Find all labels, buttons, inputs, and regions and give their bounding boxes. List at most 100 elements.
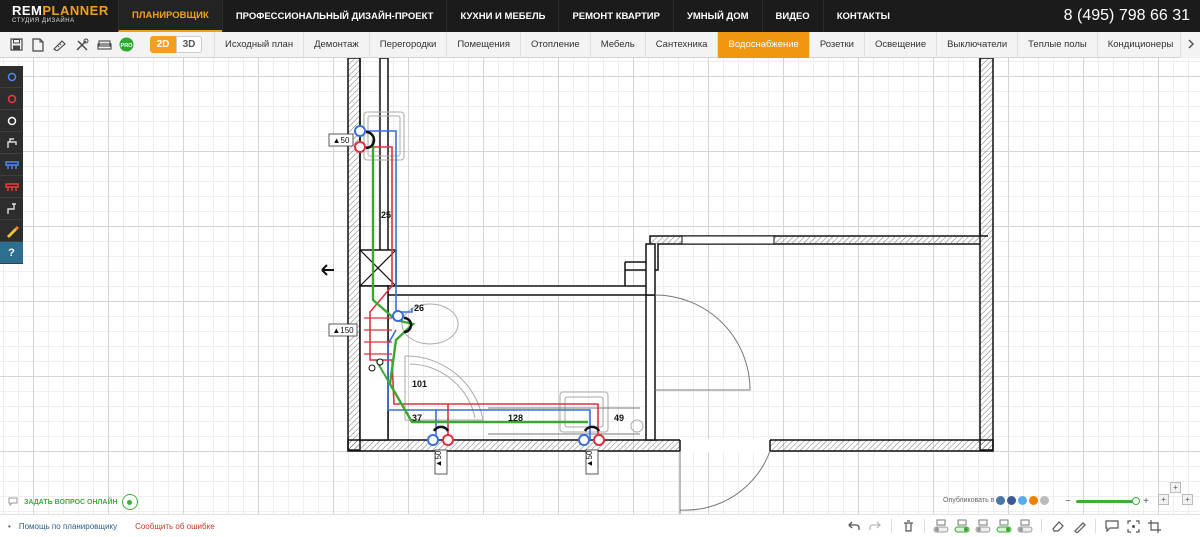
logo-subtitle: СТУДИЯ ДИЗАЙНА: [12, 18, 75, 24]
chat-icon: [8, 496, 20, 508]
pro-badge-label: PRO: [120, 43, 133, 49]
pipe-length-101: 101: [412, 379, 427, 389]
mode-2d-button[interactable]: 2D: [150, 36, 176, 53]
tab-demolition[interactable]: Демонтаж: [303, 31, 369, 58]
pencil-icon[interactable]: [0, 220, 23, 242]
zoom-in-button[interactable]: +: [1142, 496, 1150, 507]
nav-item-renovation[interactable]: РЕМОНТ КВАРТИР: [558, 0, 673, 32]
tools-icon[interactable]: [74, 37, 90, 53]
document-icon[interactable]: [30, 37, 46, 53]
comment-icon[interactable]: [1104, 518, 1120, 534]
pipe-length-labels: 25 26 101 37 128 49: [381, 210, 624, 423]
nav-item-smart-home[interactable]: УМНЫЙ ДОМ: [672, 0, 762, 32]
zoom-control: − +: [1064, 496, 1150, 507]
fullscreen-icon[interactable]: [1125, 518, 1141, 534]
footer-bar: • Помощь по планировщику Сообщить об оши…: [0, 514, 1200, 537]
footer-separator: [1095, 519, 1096, 533]
pipe-bend-icon[interactable]: [0, 198, 23, 220]
top-navigation-bar: REMPLANNER СТУДИЯ ДИЗАЙНА ПЛАНИРОВЩИК ПР…: [0, 0, 1200, 32]
zoom-slider-handle[interactable]: [1132, 497, 1140, 505]
layer-toggle-2-icon[interactable]: [954, 518, 970, 534]
chevron-right-icon: [1187, 36, 1195, 54]
pan-right-button[interactable]: +: [1182, 494, 1193, 505]
tab-switches[interactable]: Выключатели: [936, 31, 1017, 58]
plumbing-fixtures: [363, 111, 644, 435]
nav-item-planner[interactable]: ПЛАНИРОВЩИК: [118, 0, 222, 32]
main-menu: ПЛАНИРОВЩИК ПРОФЕССИОНАЛЬНЫЙ ДИЗАЙН-ПРОЕ…: [118, 0, 903, 32]
faucet-icon[interactable]: [0, 132, 23, 154]
share-icon[interactable]: [1040, 496, 1050, 505]
nav-item-kitchens[interactable]: КУХНИ И МЕБЕЛЬ: [446, 0, 558, 32]
vk-icon[interactable]: [996, 496, 1006, 505]
nav-item-video[interactable]: ВИДЕО: [761, 0, 823, 32]
nav-item-design-project[interactable]: ПРОФЕССИОНАЛЬНЫЙ ДИЗАЙН-ПРОЕКТ: [221, 0, 447, 32]
view-mode-toggle: 2D 3D: [150, 36, 202, 53]
pro-badge-icon[interactable]: PRO: [118, 37, 134, 53]
measure-icon[interactable]: [52, 37, 68, 53]
save-icon[interactable]: [8, 37, 24, 53]
layer-toggle-4-icon[interactable]: [996, 518, 1012, 534]
pan-up-button[interactable]: +: [1170, 482, 1181, 493]
walls: [347, 58, 994, 514]
tab-air-conditioners[interactable]: Кондиционеры: [1096, 31, 1184, 58]
elevation-mid-label: ▲150: [332, 326, 354, 335]
hot-collector-icon[interactable]: [0, 176, 23, 198]
layer-toggle-5-icon[interactable]: [1017, 518, 1033, 534]
tab-sockets[interactable]: Розетки: [808, 31, 864, 58]
pipe-length-37: 37: [412, 413, 422, 423]
pan-left-button[interactable]: +: [1158, 494, 1169, 505]
help-button[interactable]: ?: [0, 242, 23, 264]
tab-original-plan[interactable]: Исходный план: [214, 31, 303, 58]
footer-separator: [1041, 519, 1042, 533]
remplanner-logo[interactable]: REMPLANNER СТУДИЯ ДИЗАЙНА: [0, 0, 118, 32]
sofa-icon[interactable]: [96, 37, 112, 53]
footer-dot: •: [8, 521, 11, 531]
twitter-icon[interactable]: [1018, 496, 1028, 505]
pipe-length-128: 128: [508, 413, 523, 423]
help-label: ?: [8, 246, 15, 259]
tab-furniture[interactable]: Мебель: [589, 31, 645, 58]
pipe-length-49: 49: [614, 413, 624, 423]
floor-plan[interactable]: ▲50 ▲150 ▲50 ▲50 25 26 101 37 128 49: [0, 58, 1200, 514]
tab-heating[interactable]: Отопление: [519, 31, 590, 58]
footer-separator: [924, 519, 925, 533]
cold-collector-icon[interactable]: [0, 154, 23, 176]
zoom-slider[interactable]: [1076, 497, 1140, 505]
phone-number[interactable]: 8 (495) 798 66 31: [1064, 7, 1200, 25]
layer-toggle-3-icon[interactable]: [975, 518, 991, 534]
hot-water-point-icon[interactable]: [0, 88, 23, 110]
odnoklassniki-icon[interactable]: [1029, 496, 1039, 505]
drawing-canvas[interactable]: ▲50 ▲150 ▲50 ▲50 25 26 101 37 128 49: [0, 58, 1200, 514]
tab-lighting[interactable]: Освещение: [863, 31, 936, 58]
zoom-out-button[interactable]: −: [1064, 496, 1072, 507]
tab-heated-floors[interactable]: Теплые полы: [1017, 31, 1097, 58]
tab-partitions[interactable]: Перегородки: [368, 31, 447, 58]
water-tools-panel: ?: [0, 66, 23, 264]
ask-question-online-button[interactable]: ЗАДАТЬ ВОПРОС ОНЛАЙН: [8, 494, 138, 510]
ask-question-label: ЗАДАТЬ ВОПРОС ОНЛАЙН: [24, 498, 118, 506]
publish-label: Опубликовать в: [943, 497, 995, 504]
help-link[interactable]: Помощь по планировщику: [19, 522, 117, 531]
planner-toolbar: PRO 2D 3D Исходный план Демонтаж Перегор…: [0, 31, 1200, 58]
mode-3d-button[interactable]: 3D: [176, 36, 202, 53]
footer-separator: [891, 519, 892, 533]
redo-icon[interactable]: [867, 518, 883, 534]
report-bug-link[interactable]: Сообщить об ошибке: [135, 522, 215, 531]
pipe-length-25: 25: [381, 210, 391, 220]
pencil-icon[interactable]: [1071, 518, 1087, 534]
arrow-left-icon[interactable]: [321, 264, 334, 276]
undo-icon[interactable]: [846, 518, 862, 534]
facebook-icon[interactable]: [1007, 496, 1017, 505]
eraser-icon[interactable]: [1050, 518, 1066, 534]
crop-icon[interactable]: [1146, 518, 1162, 534]
tab-rooms[interactable]: Помещения: [446, 31, 520, 58]
drain-point-icon[interactable]: [0, 110, 23, 132]
nav-item-contacts[interactable]: КОНТАКТЫ: [822, 0, 903, 32]
cold-water-point-icon[interactable]: [0, 66, 23, 88]
tabs-scroll-right-button[interactable]: [1180, 32, 1200, 58]
tab-water-supply[interactable]: Водоснабжение: [717, 31, 809, 58]
layer-toggle-1-icon[interactable]: [933, 518, 949, 534]
trash-icon[interactable]: [900, 518, 916, 534]
elevation-top-label: ▲50: [333, 136, 350, 145]
tab-plumbing[interactable]: Сантехника: [644, 31, 718, 58]
